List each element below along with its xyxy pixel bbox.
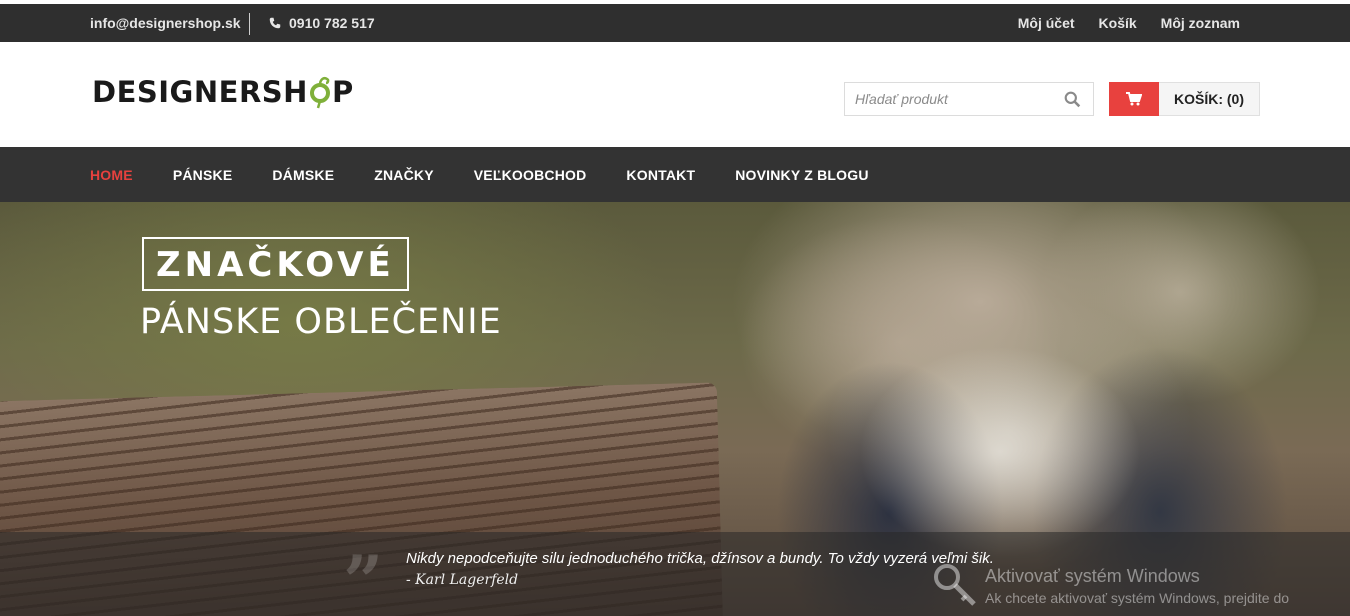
cart-button[interactable]: KOŠÍK: (0) [1109, 81, 1260, 116]
hero-badge-text: ZNAČKOVÉ [156, 245, 395, 285]
top-bar: info@designershop.sk 0910 782 517 Môj úč… [0, 4, 1350, 42]
phone-icon [269, 17, 281, 29]
logo-text-end: P [331, 75, 354, 109]
search-icon[interactable] [1064, 91, 1081, 108]
watermark-subtitle: Ak chcete aktivovať systém Windows, prej… [985, 590, 1290, 606]
watermark-title: Aktivovať systém Windows [985, 566, 1200, 586]
phone-number: 0910 782 517 [289, 15, 375, 31]
cart-icon-box [1109, 81, 1159, 116]
logo-text-start: DESIGNERSH [92, 75, 308, 109]
my-account-link[interactable]: Môj účet [1018, 15, 1075, 31]
contact-email[interactable]: info@designershop.sk [90, 15, 241, 31]
nav-item-znacky[interactable]: ZNAČKY [374, 167, 434, 183]
nav-item-kontakt[interactable]: KONTAKT [626, 167, 695, 183]
search-box [844, 82, 1094, 116]
hero-quote-author: - Karl Lagerfeld [406, 572, 519, 588]
quote-mark-icon: ” [343, 540, 384, 616]
cart-link[interactable]: Košík [1099, 15, 1137, 31]
topbar-divider [249, 13, 250, 35]
nav-item-panske[interactable]: PÁNSKE [173, 167, 233, 183]
nav-item-blog[interactable]: NOVINKY Z BLOGU [735, 167, 868, 183]
site-header: DESIGNERSH P KOŠÍK: (0) [0, 42, 1350, 147]
hero-banner[interactable]: ZNAČKOVÉ PÁNSKE OBLEČENIE ” Nikdy nepodc… [0, 202, 1350, 616]
hero-badge: ZNAČKOVÉ [142, 237, 409, 291]
key-icon [934, 564, 976, 606]
nav-item-velkoobchod[interactable]: VEĽKOOBCHOD [474, 167, 587, 183]
search-input[interactable] [845, 83, 1050, 115]
nav-item-home[interactable]: HOME [90, 167, 133, 183]
site-logo[interactable]: DESIGNERSH P [92, 74, 354, 110]
contact-phone[interactable]: 0910 782 517 [269, 15, 375, 31]
hero-quote: Nikdy nepodceňujte silu jednoduchého tri… [406, 550, 994, 567]
nav-item-damske[interactable]: DÁMSKE [272, 167, 334, 183]
hero-subtitle: PÁNSKE OBLEČENIE [140, 302, 502, 342]
logo-hanger-icon [308, 73, 332, 109]
wishlist-link[interactable]: Môj zoznam [1161, 15, 1240, 31]
cart-icon [1126, 91, 1142, 105]
account-links: Môj účet Košík Môj zoznam [1018, 15, 1240, 31]
main-nav: HOME PÁNSKE DÁMSKE ZNAČKY VEĽKOOBCHOD KO… [0, 147, 1350, 202]
cart-label: KOŠÍK: (0) [1174, 91, 1244, 107]
